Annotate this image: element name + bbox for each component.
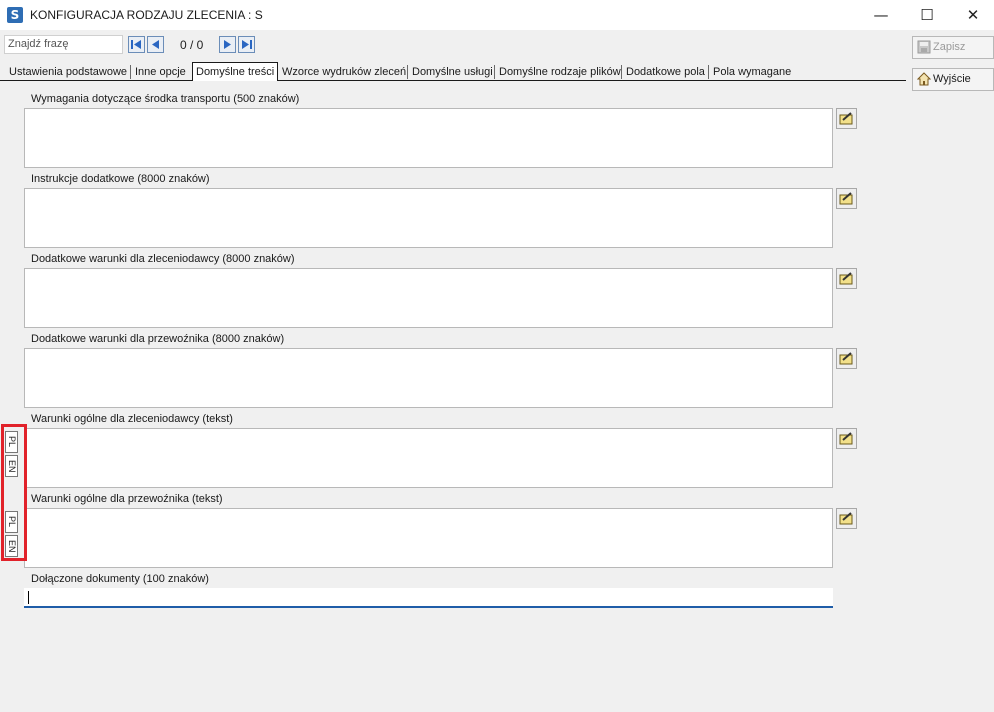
save-icon bbox=[917, 40, 931, 54]
transport-requirements-textarea[interactable] bbox=[24, 108, 833, 168]
tab-wzorce-wydrukow[interactable]: Wzorce wydruków zleceń bbox=[282, 64, 406, 80]
edit-icon bbox=[839, 112, 853, 125]
tab-inne-opcje[interactable]: Inne opcje bbox=[135, 64, 186, 80]
edit-text-button[interactable] bbox=[836, 428, 857, 449]
search-counter: 0 / 0 bbox=[180, 38, 204, 52]
tab-domyslne-rodzaje-plikow[interactable]: Domyślne rodzaje plików bbox=[499, 64, 621, 80]
tab-ustawienia-podstawowe[interactable]: Ustawienia podstawowe bbox=[9, 64, 127, 80]
window-title: KONFIGURACJA RODZAJU ZLECENIA : S bbox=[30, 8, 263, 22]
tab-separator bbox=[708, 65, 709, 79]
first-record-icon[interactable] bbox=[128, 36, 145, 53]
tab-pola-wymagane[interactable]: Pola wymagane bbox=[713, 64, 791, 80]
edit-text-button[interactable] bbox=[836, 268, 857, 289]
minimize-button[interactable]: — bbox=[858, 0, 904, 30]
tab-dodatkowe-pola[interactable]: Dodatkowe pola bbox=[626, 64, 705, 80]
carrier-general-terms-textarea[interactable] bbox=[24, 508, 833, 568]
additional-instructions-textarea[interactable] bbox=[24, 188, 833, 248]
edit-icon bbox=[839, 272, 853, 285]
edit-icon bbox=[839, 352, 853, 365]
home-icon bbox=[917, 72, 931, 86]
next-record-icon[interactable] bbox=[219, 36, 236, 53]
client-general-terms-textarea[interactable] bbox=[24, 428, 833, 488]
attached-documents-input[interactable] bbox=[24, 588, 833, 608]
tab-domyslne-uslugi[interactable]: Domyślne usługi bbox=[412, 64, 493, 80]
tab-separator bbox=[130, 65, 131, 79]
highlight-box bbox=[1, 424, 27, 561]
tab-bar-underline bbox=[0, 80, 906, 81]
last-record-icon[interactable] bbox=[238, 36, 255, 53]
edit-icon bbox=[839, 432, 853, 445]
search-input[interactable]: Znajdź frazę bbox=[4, 35, 123, 54]
field-label: Wymagania dotyczące środka transportu (5… bbox=[31, 93, 300, 105]
save-button[interactable]: Zapisz bbox=[912, 36, 994, 59]
exit-label: Wyjście bbox=[933, 73, 971, 85]
tab-separator bbox=[407, 65, 408, 79]
exit-button[interactable]: Wyjście bbox=[912, 68, 994, 91]
field-label: Warunki ogólne dla przewoźnika (tekst) bbox=[31, 493, 223, 505]
app-icon: S bbox=[7, 7, 23, 23]
field-label: Dodatkowe warunki dla zleceniodawcy (800… bbox=[31, 253, 295, 265]
maximize-button[interactable]: ☐ bbox=[904, 0, 950, 30]
previous-record-icon[interactable] bbox=[147, 36, 164, 53]
client-conditions-textarea[interactable] bbox=[24, 268, 833, 328]
edit-icon bbox=[839, 192, 853, 205]
edit-text-button[interactable] bbox=[836, 188, 857, 209]
edit-text-button[interactable] bbox=[836, 348, 857, 369]
edit-icon bbox=[839, 512, 853, 525]
edit-text-button[interactable] bbox=[836, 508, 857, 529]
tab-separator bbox=[621, 65, 622, 79]
tab-domyslne-tresci[interactable]: Domyślne treści bbox=[192, 62, 279, 81]
close-button[interactable]: ✕ bbox=[950, 0, 994, 30]
edit-text-button[interactable] bbox=[836, 108, 857, 129]
save-label: Zapisz bbox=[933, 41, 966, 53]
tab-separator bbox=[494, 65, 495, 79]
field-label: Warunki ogólne dla zleceniodawcy (tekst) bbox=[31, 413, 233, 425]
text-caret bbox=[28, 591, 29, 604]
field-label: Dodatkowe warunki dla przewoźnika (8000 … bbox=[31, 333, 285, 345]
field-label: Instrukcje dodatkowe (8000 znaków) bbox=[31, 173, 210, 185]
field-label: Dołączone dokumenty (100 znaków) bbox=[31, 573, 209, 585]
carrier-conditions-textarea[interactable] bbox=[24, 348, 833, 408]
